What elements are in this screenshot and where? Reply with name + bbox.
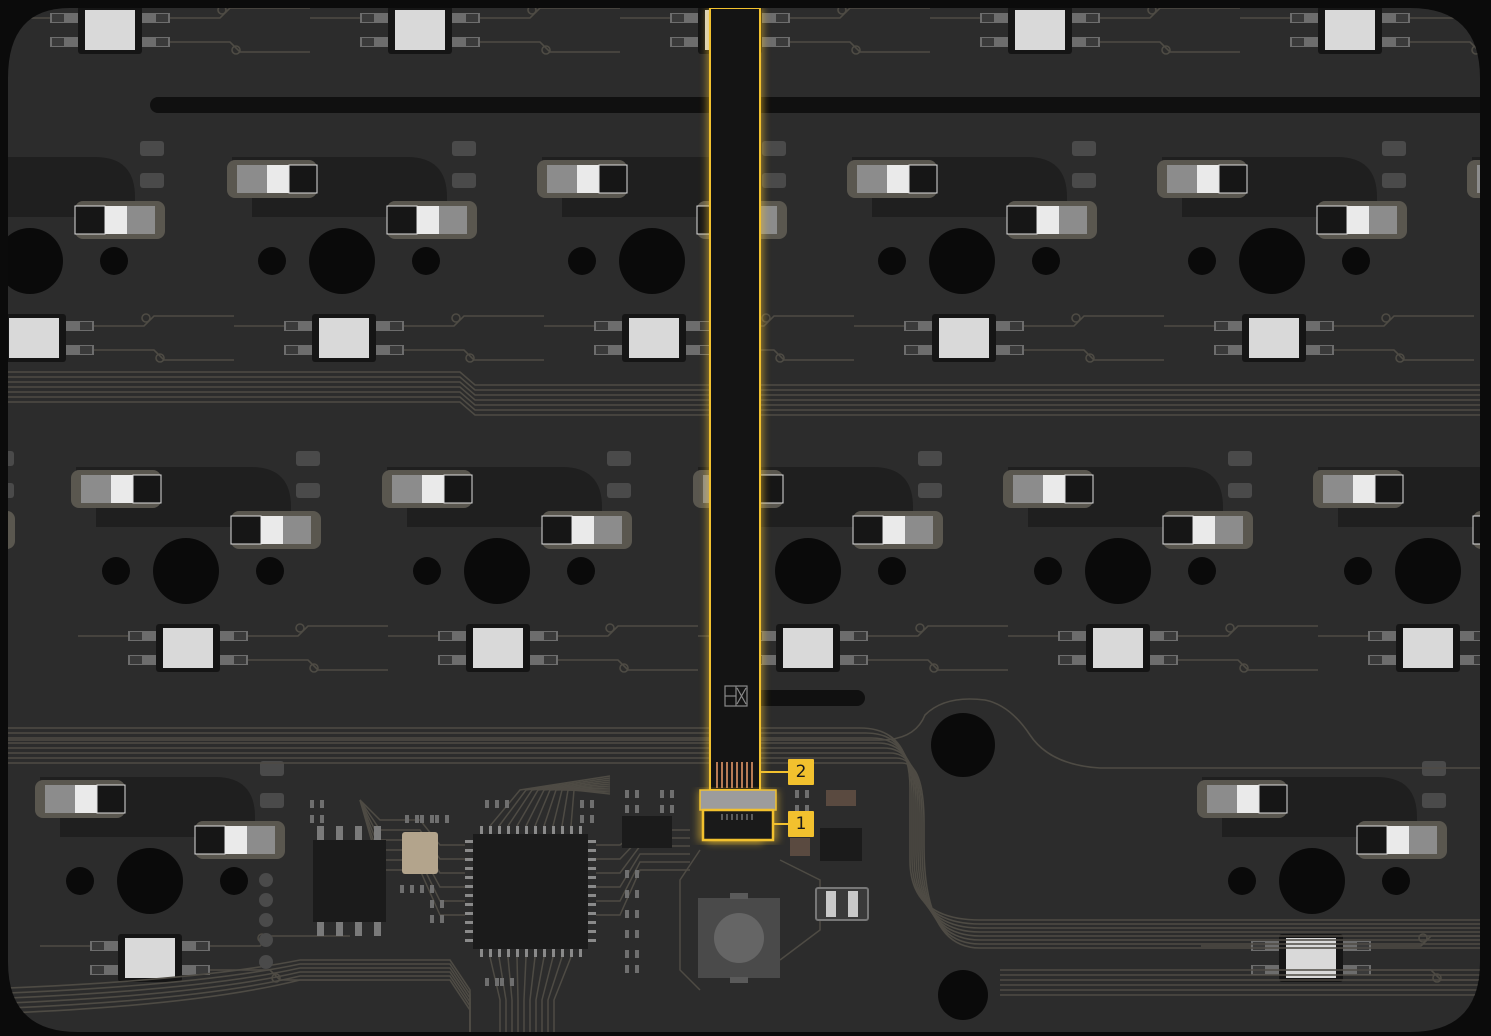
diode: [815, 887, 869, 921]
ribbon-cable-icon: [707, 8, 763, 843]
test-pad: [259, 873, 273, 887]
slot-cutout: [150, 97, 1480, 113]
mounting-hole: [931, 713, 995, 777]
transistor: [820, 828, 862, 861]
regulator-chip: [622, 816, 672, 848]
resistor: [826, 790, 856, 806]
callout-badge-1[interactable]: 1: [788, 811, 814, 837]
resistor: [790, 838, 810, 856]
fpc-connector-icon: [698, 789, 778, 842]
test-pad: [259, 933, 273, 947]
mcu-chip: [473, 834, 588, 949]
crystal: [402, 832, 438, 874]
test-pad: [259, 913, 273, 927]
mounting-hole: [938, 970, 988, 1020]
flash-chip: [313, 840, 386, 922]
pcb-board: [8, 8, 1480, 1032]
tactile-switch-icon: [698, 893, 780, 983]
test-pad: [259, 955, 273, 969]
callout-badge-2[interactable]: 2: [788, 759, 814, 785]
test-pad: [259, 893, 273, 907]
